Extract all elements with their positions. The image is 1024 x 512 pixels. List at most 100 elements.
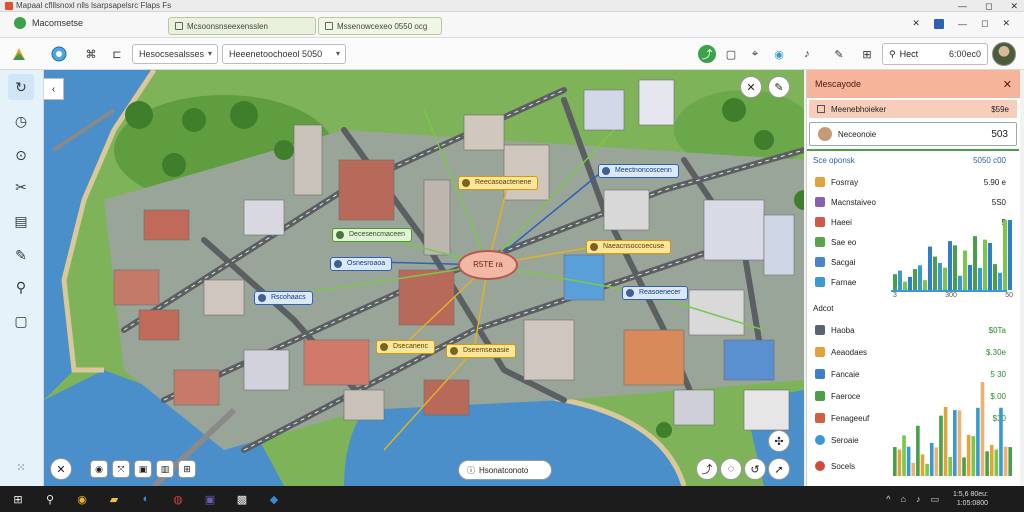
- bookmark-icon[interactable]: ⊏: [108, 45, 126, 63]
- pin-icon[interactable]: ⌖: [746, 45, 764, 63]
- list-item[interactable]: Fancaie: [815, 366, 945, 382]
- tab-primary[interactable]: Mcsoonsnseexensslen: [168, 17, 316, 35]
- route-icon[interactable]: ⤴: [698, 45, 716, 63]
- restore-panel-button[interactable]: ◻: [981, 18, 988, 29]
- edge-icon[interactable]: ◐: [138, 491, 154, 507]
- compass-icon[interactable]: ➚: [768, 458, 790, 480]
- battery-icon[interactable]: ▭: [930, 494, 939, 505]
- window-titlebar: Mapaal cflllsnoxl nlls lsarpsapelsrc Fla…: [0, 0, 1024, 12]
- tab-secondary[interactable]: Mssenowcexeo 0550 ocg: [318, 17, 442, 35]
- summary-card-2[interactable]: Neceonoie 503: [809, 122, 1017, 146]
- city-map[interactable]: ‹ Reecasoactenene Meectnoncoscenn Decese…: [44, 70, 804, 486]
- rotate-icon[interactable]: ↺: [744, 458, 766, 480]
- map-label[interactable]: Reecasoactenene: [458, 176, 539, 190]
- search-box[interactable]: ⚲ Hect 6:00ec0: [882, 43, 988, 65]
- draw-icon[interactable]: ✎: [830, 45, 848, 63]
- layer-select-value: Hesocsesalsses: [139, 49, 205, 59]
- camera-toggle-icon[interactable]: ▣: [134, 460, 152, 478]
- document-icon: [325, 22, 333, 30]
- eyedropper-tool-icon[interactable]: ⚲: [8, 274, 34, 300]
- map-label[interactable]: Naeacnsoccoecuse: [586, 240, 672, 254]
- chart-bar: [925, 463, 929, 476]
- status-pill[interactable]: ⓘ Hsonatconoto: [458, 460, 552, 480]
- search-icon[interactable]: ⚲: [42, 491, 58, 507]
- edit-overlay-button[interactable]: ✎: [768, 76, 790, 98]
- taskbar: ⊞ ⚲ ◉ ▰ ◐ ◍ ▣ ▩ ◆ ^ ⌂ ♪ ▭ 1:5,6 80eu: 1:…: [0, 486, 1024, 512]
- tray-up-icon[interactable]: ^: [886, 494, 890, 505]
- clock[interactable]: 1:5,6 80eu: 1:05:0800: [953, 490, 988, 508]
- shuffle-icon[interactable]: ✕: [912, 18, 920, 29]
- app-red-icon[interactable]: ◍: [170, 491, 186, 507]
- app-dark-icon[interactable]: ▩: [234, 491, 250, 507]
- target-tool-icon[interactable]: ⊙: [8, 142, 34, 168]
- chart-bar: [953, 410, 957, 476]
- scenario-select[interactable]: Heeenetoochoeol 5050 ▾: [222, 44, 346, 64]
- close-bottom-button[interactable]: ✕: [50, 458, 72, 480]
- list-item[interactable]: Macnstaiveo: [815, 194, 945, 210]
- collapse-rail-button[interactable]: ‹: [44, 78, 64, 100]
- close-overlay-button[interactable]: ✕: [740, 76, 762, 98]
- pencil-tool-icon[interactable]: ✎: [8, 242, 34, 268]
- history-tool-icon[interactable]: ◷: [8, 108, 34, 134]
- list-item-label: Socels: [831, 461, 856, 471]
- layer-toggle-icon[interactable]: ◉: [90, 460, 108, 478]
- chart-bar: [911, 462, 916, 476]
- chat-icon[interactable]: ◌: [720, 458, 742, 480]
- square-icon[interactable]: ▢: [722, 45, 740, 63]
- chart-toggle-icon[interactable]: ▥: [156, 460, 174, 478]
- close-window-button[interactable]: ✕: [1010, 0, 1018, 12]
- note-tool-icon[interactable]: ▤: [8, 208, 34, 234]
- grid-toggle-icon[interactable]: ⊞: [178, 460, 196, 478]
- user-avatar-small: [818, 127, 832, 141]
- minimize-button[interactable]: —: [958, 0, 967, 12]
- map-label[interactable]: Dseemseaasie: [446, 344, 517, 358]
- summary-card-1[interactable]: Meenebhoieker $59e: [809, 100, 1017, 118]
- share-icon[interactable]: ⤴: [696, 458, 718, 480]
- chart-bar: [928, 246, 932, 290]
- category-icon: [815, 413, 825, 423]
- app-switch-icon[interactable]: [933, 18, 944, 29]
- minimize-panel-button[interactable]: —: [958, 19, 967, 29]
- browser-icon[interactable]: ◉: [74, 491, 90, 507]
- map-label[interactable]: Osnesroaoa: [330, 257, 393, 271]
- close-panel-icon[interactable]: ✕: [1003, 78, 1012, 91]
- scissors-tool-icon[interactable]: ✂: [8, 174, 34, 200]
- hub-node[interactable]: R5TE ra: [458, 250, 518, 280]
- folder-icon[interactable]: ▰: [106, 491, 122, 507]
- app-blue-icon[interactable]: ◆: [266, 491, 282, 507]
- list-item[interactable]: Fosrray: [815, 174, 945, 190]
- map-label[interactable]: Reasoenecer: [622, 286, 688, 300]
- section2-title: Adcot: [813, 304, 834, 313]
- globe-small-icon[interactable]: ◉: [770, 45, 788, 63]
- globe-icon[interactable]: [50, 45, 68, 63]
- map-label[interactable]: Rscohaacs: [254, 291, 313, 305]
- layer-select[interactable]: Hesocsesalsses ▾: [132, 44, 218, 64]
- chart-bar: [948, 241, 952, 290]
- chart-bar: [989, 444, 994, 476]
- tools-icon[interactable]: ✣: [768, 430, 790, 452]
- close-panel-button[interactable]: ✕: [1002, 18, 1010, 29]
- map-label[interactable]: Meectnoncoscenn: [598, 164, 679, 178]
- map-label[interactable]: Dsecanenc: [376, 340, 436, 354]
- list-item[interactable]: Haoba: [815, 322, 945, 338]
- start-icon[interactable]: ⊞: [10, 491, 26, 507]
- network-icon[interactable]: ⌂: [901, 494, 906, 505]
- list-item-label: Sacgai: [831, 257, 856, 267]
- crop-tool-icon[interactable]: ▢: [8, 308, 34, 334]
- refresh-tool-icon[interactable]: ↻: [8, 74, 34, 100]
- list-item[interactable]: Aeaodaes: [815, 344, 945, 360]
- grid-icon[interactable]: ⊞: [858, 45, 876, 63]
- user-avatar[interactable]: [992, 42, 1016, 66]
- summary-card-2-value: 503: [991, 128, 1008, 140]
- chart-bar: [902, 435, 906, 476]
- list-item-value: $.30e: [985, 348, 1006, 357]
- app-purple-icon[interactable]: ▣: [202, 491, 218, 507]
- bell-icon[interactable]: ♪: [798, 45, 816, 63]
- maximize-button[interactable]: ◻: [985, 0, 992, 12]
- layers-icon[interactable]: ⌘: [82, 45, 100, 63]
- volume-icon[interactable]: ♪: [916, 494, 921, 505]
- route-toggle-icon[interactable]: ⤧: [112, 460, 130, 478]
- grid-toggle-icon[interactable]: ⁙: [8, 454, 34, 480]
- map-label[interactable]: Decesencmaceen: [332, 228, 413, 242]
- home-logo-icon[interactable]: [10, 45, 28, 63]
